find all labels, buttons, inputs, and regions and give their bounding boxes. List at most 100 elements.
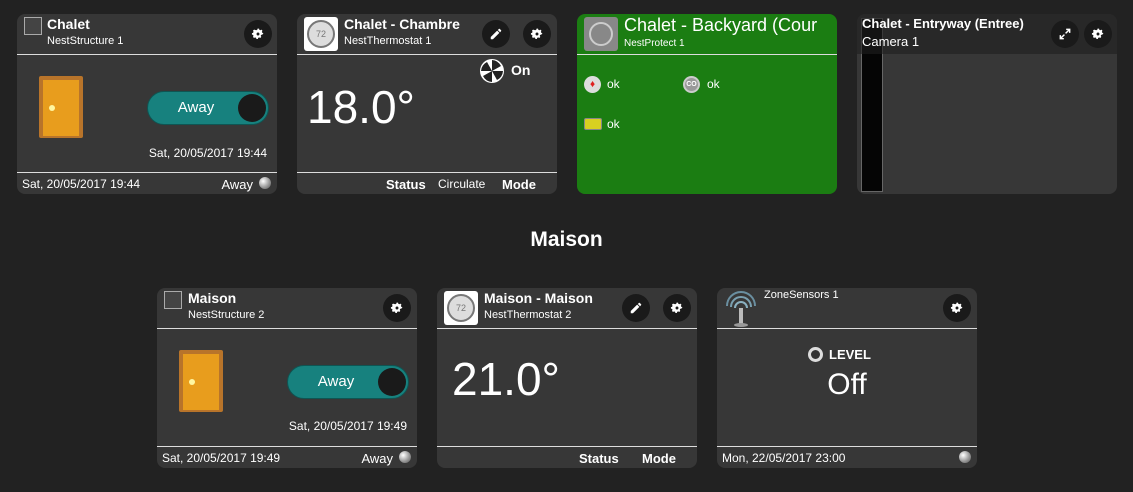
- tile-title: Chalet: [47, 16, 90, 32]
- zone-sensors-tile: ZoneSensors 1 LEVEL Off Mon, 22/05/2017 …: [717, 288, 977, 468]
- level-icon: [808, 347, 823, 362]
- level-label: LEVEL: [829, 347, 871, 362]
- toggle-label: Away: [177, 99, 215, 116]
- fan-state: On: [511, 62, 531, 78]
- tile-subtitle: NestThermostat 1: [344, 35, 432, 47]
- toggle-label: Away: [317, 373, 355, 390]
- tile-title: Chalet - Backyard (Cour: [624, 15, 818, 35]
- smoke-icon: ♦: [584, 76, 601, 93]
- tile-header: 72 Maison - Maison NestThermostat 2: [437, 288, 697, 329]
- footer-date: Mon, 22/05/2017 23:00: [722, 451, 846, 465]
- footer-divider: [297, 172, 557, 173]
- settings-button[interactable]: [943, 294, 971, 322]
- thermostat-icon: 72: [304, 17, 338, 51]
- maison-thermostat-tile: 72 Maison - Maison NestThermostat 2 21.0…: [437, 288, 697, 468]
- current-temperature: 18.0°: [307, 81, 415, 133]
- status-bulb-icon: [399, 451, 411, 463]
- chalet-thermostat-tile: 72 Chalet - Chambre NestThermostat 1 On …: [297, 14, 557, 194]
- tile-footer: Status Mode: [437, 446, 697, 468]
- tile-title: Chalet - Chambre: [344, 16, 460, 32]
- tile-title: Maison - Maison: [484, 290, 593, 306]
- tile-subtitle: NestThermostat 2: [484, 309, 572, 321]
- header-divider: [157, 328, 417, 329]
- footer-divider: [157, 446, 417, 447]
- gear-icon: [950, 302, 963, 314]
- settings-button[interactable]: [383, 294, 411, 322]
- footer-mode: Away: [221, 177, 253, 192]
- maison-structure-tile: Maison NestStructure 2 Away Sat, 20/05/2…: [157, 288, 417, 468]
- current-temperature: 21.0°: [452, 353, 560, 405]
- expand-icon: [1059, 28, 1071, 40]
- header-divider: [577, 54, 837, 55]
- tile-footer: Sat, 20/05/2017 19:44 Away: [17, 172, 277, 194]
- tile-header: Chalet NestStructure 1: [17, 14, 277, 55]
- footer-divider: [717, 446, 977, 447]
- co-status: ok: [707, 77, 720, 91]
- gear-icon: [530, 28, 543, 40]
- edit-button[interactable]: [482, 20, 510, 48]
- footer-divider: [437, 446, 697, 447]
- structure-timestamp: Sat, 20/05/2017 19:49: [288, 419, 407, 433]
- edit-button[interactable]: [622, 294, 650, 322]
- tile-footer: Mon, 22/05/2017 23:00: [717, 446, 977, 468]
- thermostat-icon: 72: [444, 291, 478, 325]
- footer-date: Sat, 20/05/2017 19:44: [22, 177, 141, 191]
- level-value: Off: [827, 368, 867, 401]
- pencil-icon: [490, 28, 502, 40]
- door-icon: [39, 76, 83, 138]
- structure-image-icon: [24, 17, 42, 35]
- header-divider: [17, 54, 277, 55]
- footer-date: Sat, 20/05/2017 19:49: [162, 451, 281, 465]
- toggle-knob: [378, 368, 406, 396]
- tile-footer: Sat, 20/05/2017 19:49 Away: [157, 446, 417, 468]
- door-icon: [179, 350, 223, 412]
- section-title: Maison: [530, 228, 603, 251]
- fullscreen-button[interactable]: [1051, 20, 1079, 48]
- smoke-status: ok: [607, 77, 620, 91]
- structure-timestamp: Sat, 20/05/2017 19:44: [148, 146, 267, 160]
- tile-subtitle: ZoneSensors 1: [764, 289, 839, 301]
- tile-subtitle: Camera 1: [862, 34, 920, 49]
- status-value: Circulate: [438, 177, 486, 191]
- tile-footer: Status Circulate Mode: [297, 172, 557, 194]
- battery-icon: [584, 118, 602, 130]
- tile-header: Maison NestStructure 2: [157, 288, 417, 329]
- gear-icon: [1091, 28, 1104, 40]
- tile-header: 72 Chalet - Chambre NestThermostat 1: [297, 14, 557, 55]
- gear-icon: [390, 302, 403, 314]
- status-label: Status: [386, 177, 426, 192]
- tile-header: Chalet - Backyard (Cour NestProtect 1: [577, 14, 837, 55]
- settings-button[interactable]: [523, 20, 551, 48]
- chalet-structure-tile: Chalet NestStructure 1 Away Sat, 20/05/2…: [17, 14, 277, 194]
- settings-button[interactable]: [663, 294, 691, 322]
- tile-subtitle: NestStructure 2: [188, 309, 265, 321]
- fan-icon: [480, 59, 504, 83]
- tile-subtitle: NestStructure 1: [47, 35, 124, 47]
- header-divider: [717, 328, 977, 329]
- away-toggle[interactable]: Away: [147, 91, 269, 125]
- status-bulb-icon: [259, 177, 271, 189]
- pencil-icon: [630, 302, 642, 314]
- antenna-icon: [726, 291, 756, 327]
- settings-button[interactable]: [1084, 20, 1112, 48]
- settings-button[interactable]: [244, 20, 272, 48]
- tile-subtitle: NestProtect 1: [624, 38, 685, 49]
- protect-icon: [584, 17, 618, 51]
- battery-status: ok: [607, 117, 620, 131]
- mode-label[interactable]: Mode: [642, 451, 676, 466]
- tile-header: ZoneSensors 1: [717, 288, 977, 329]
- mode-label[interactable]: Mode: [502, 177, 536, 192]
- chalet-protect-tile: Chalet - Backyard (Cour NestProtect 1 ♦ …: [577, 14, 837, 194]
- gear-icon: [251, 28, 264, 40]
- status-label: Status: [579, 451, 619, 466]
- footer-divider: [17, 172, 277, 173]
- tile-title: Maison: [188, 290, 237, 306]
- co-icon: CO: [683, 76, 700, 93]
- footer-mode: Away: [361, 451, 393, 466]
- header-divider: [437, 328, 697, 329]
- away-toggle[interactable]: Away: [287, 365, 409, 399]
- tile-title: Chalet - Entryway (Entree): [862, 16, 1024, 31]
- chalet-camera-tile: Chalet - Entryway (Entree) Camera 1: [857, 14, 1117, 194]
- toggle-knob: [238, 94, 266, 122]
- gear-icon: [670, 302, 683, 314]
